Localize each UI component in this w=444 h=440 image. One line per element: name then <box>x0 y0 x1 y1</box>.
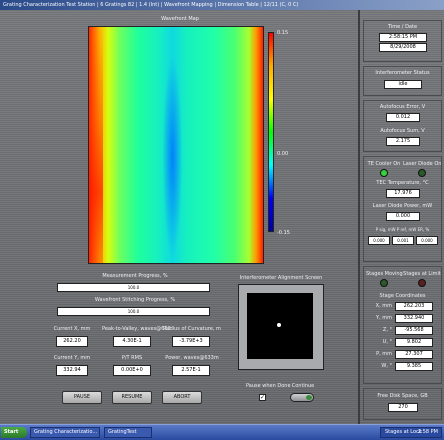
coord-z-label: Z, ° <box>382 327 392 333</box>
time-value: 2:58:15 PM <box>379 33 427 42</box>
laser-diode-led <box>418 169 426 177</box>
p-sig-value: 0.000 <box>368 236 390 245</box>
measurement-progress-label: Measurement Progress, % <box>102 273 168 279</box>
tray-label: Stages at Lock <box>385 429 422 435</box>
coord-y-value: 332.940 <box>395 314 433 323</box>
disk-group: Free Disk Space, GB 270 <box>363 388 442 420</box>
pause-when-done-checkbox[interactable]: ✓ <box>259 394 266 401</box>
coord-u-label: U, ° <box>382 339 392 345</box>
coord-w-label: W, ° <box>381 363 392 369</box>
autofocus-group: Autofocus Error, V 0.012 Autofocus Sum, … <box>363 100 442 152</box>
free-disk-label: Free Disk Space, GB <box>377 393 428 399</box>
coord-y-label: Y, mm <box>376 315 392 321</box>
coord-z-value: -95.568 <box>395 326 433 335</box>
scale-min-label: -0.15 <box>277 230 290 236</box>
time-group: Time / Date 2:58:15 PM 8/29/2008 <box>363 20 442 62</box>
autofocus-error-label: Autofocus Error, V <box>379 104 426 110</box>
autofocus-error-value: 0.012 <box>386 113 420 122</box>
coord-p-value: 27.307 <box>395 350 433 359</box>
wavefront-map <box>88 26 264 264</box>
measurement-progress-value: 100.0 <box>127 285 140 290</box>
start-label: Start <box>4 429 19 435</box>
scale-max-label: 0.15 <box>277 30 289 36</box>
ptv-label: Peak-to-Valley, waves@633 <box>102 326 171 332</box>
stages-moving-led <box>380 279 388 287</box>
date-value: 8/29/2008 <box>379 43 427 52</box>
radius-label: Radius of Curvature, m <box>163 326 221 332</box>
abort-button[interactable]: ABORT <box>162 391 202 404</box>
interferometer-label: Interferometer Status <box>375 70 430 76</box>
rms-label: P/T RMS <box>121 355 143 361</box>
interferometer-status: idle <box>384 80 422 89</box>
tec-cooler-led <box>380 169 388 177</box>
current-y-label: Current Y, mm <box>53 355 91 361</box>
stages-at-limit-led <box>418 279 426 287</box>
pause-when-done-label: Pause when Done <box>246 383 291 389</box>
taskbar-item-grating-test[interactable]: GratingTest <box>104 427 152 438</box>
alignment-spot <box>277 323 281 327</box>
tec-temp-label: TEC Temperature, °C <box>376 180 429 186</box>
stages-group: Stages Moving Stages at Limit Stage Coor… <box>363 266 442 384</box>
radius-value: -3.79E+3 <box>172 336 210 347</box>
er-value: 0.000 <box>416 236 438 245</box>
autofocus-sum-value: 2.175 <box>386 137 420 146</box>
scale-mid-label: 0.00 <box>277 151 289 157</box>
stitching-progress-bar: 100.0 <box>57 307 210 316</box>
taskbar: Start Grating Characterizatio... Grating… <box>0 424 444 440</box>
laser-diode-label: Laser Diode On <box>403 161 442 167</box>
tec-cooler-label: TE Cooler On <box>367 161 401 167</box>
current-x-value: 262.20 <box>56 336 88 347</box>
rms-value: 0.00E+0 <box>113 365 151 376</box>
current-x-label: Current X, mm <box>53 326 91 332</box>
continue-toggle[interactable] <box>290 393 314 402</box>
system-tray: Stages at Lock 2:58 PM <box>380 427 442 438</box>
pause-button[interactable]: PAUSE <box>62 391 102 404</box>
laser-group: TE Cooler On Laser Diode On TEC Temperat… <box>363 156 442 262</box>
stage-coords-label: Stage Coordinates <box>379 293 426 299</box>
measurement-progress-bar: 100.0 <box>57 283 210 292</box>
coord-x-value: 262.203 <box>395 302 433 311</box>
coord-x-label: X, mm <box>375 303 392 309</box>
resume-button[interactable]: RESUME <box>112 391 152 404</box>
free-disk-value: 270 <box>388 403 418 412</box>
stages-at-limit-label: Stages at Limit <box>403 271 441 277</box>
coord-u-value: 9.802 <box>395 338 433 347</box>
laser-power-value: 0.000 <box>386 212 420 221</box>
power-readings-label: P sig, mW P ref, mW ER, % <box>375 227 430 232</box>
current-y-value: 332.94 <box>56 365 88 376</box>
autofocus-sum-label: Autofocus Sum, V <box>380 128 425 134</box>
ptv-value: 4.30E-1 <box>113 336 151 347</box>
continue-toggle-knob <box>306 395 312 400</box>
map-colorbar <box>268 32 274 232</box>
status-panel: Time / Date 2:58:15 PM 8/29/2008 Interfe… <box>358 10 444 424</box>
alignment-display <box>247 293 313 359</box>
laser-power-label: Laser Diode Power, mW <box>372 203 433 209</box>
coord-p-label: P, mm <box>376 351 392 357</box>
taskbar-item-label: GratingTest <box>108 429 137 435</box>
alignment-screen <box>238 284 324 370</box>
taskbar-item-grating-characterization[interactable]: Grating Characterizatio... <box>30 427 100 438</box>
stitching-progress-value: 100.0 <box>127 309 140 314</box>
tec-temp-value: 17.976 <box>386 189 420 198</box>
interferometer-group: Interferometer Status idle <box>363 66 442 96</box>
power-label: Power, waves@633m <box>165 355 219 361</box>
power-value: 2.57E-1 <box>172 365 210 376</box>
stitching-progress-label: Wavefront Stitching Progress, % <box>94 297 176 303</box>
continue-label: Continue <box>291 383 315 389</box>
title-bar: Grating Characterization Test Station | … <box>0 0 444 10</box>
map-title: Wavefront Map <box>161 16 199 22</box>
coord-w-value: 9.385 <box>395 362 433 371</box>
stages-moving-label: Stages Moving <box>366 271 403 277</box>
time-label: Time / Date <box>387 24 418 30</box>
p-ref-value: 0.001 <box>392 236 414 245</box>
taskbar-clock: 2:58 PM <box>417 429 438 435</box>
taskbar-item-label: Grating Characterizatio... <box>34 429 98 435</box>
alignment-title: Interferometer Alignment Screen <box>239 275 323 281</box>
start-button[interactable]: Start <box>1 427 27 438</box>
